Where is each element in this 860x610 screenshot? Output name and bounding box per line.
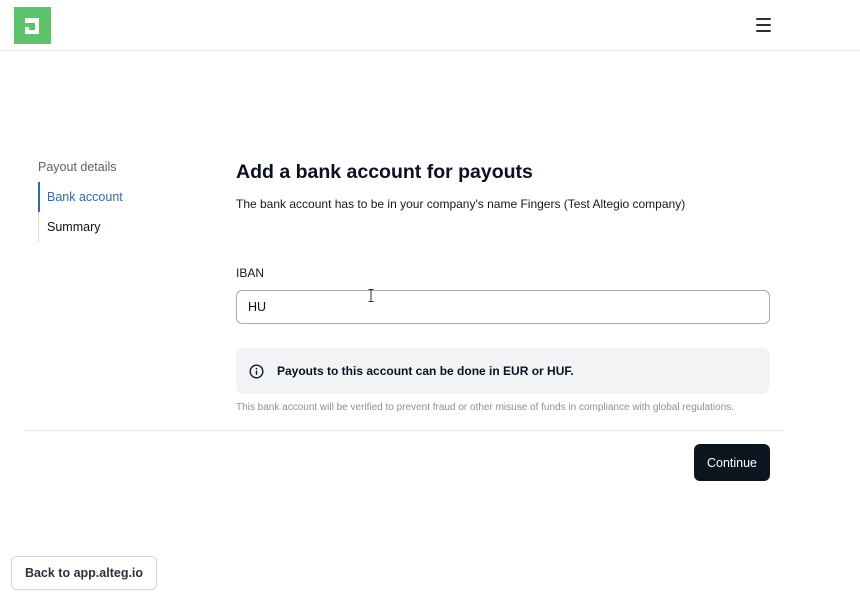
sidebar-title: Payout details — [38, 160, 117, 174]
page-title: Add a bank account for payouts — [236, 161, 533, 183]
iban-label: IBAN — [236, 266, 265, 280]
steps-list: Bank account Summary — [38, 182, 198, 242]
iban-input[interactable] — [236, 290, 770, 324]
top-bar — [0, 0, 860, 51]
currency-info-box: Payouts to this account can be done in E… — [236, 348, 770, 394]
payout-steps-sidebar: Payout details Bank account Summary — [38, 155, 198, 242]
info-text: Payouts to this account can be done in E… — [277, 364, 574, 378]
divider — [24, 430, 784, 431]
step-bank-account[interactable]: Bank account — [38, 182, 198, 212]
verification-notice: This bank account will be verified to pr… — [236, 402, 735, 413]
text-cursor-icon — [368, 289, 374, 302]
back-to-app-button[interactable]: Back to app.alteg.io — [11, 556, 157, 590]
continue-button[interactable]: Continue — [694, 444, 770, 481]
info-icon — [249, 363, 264, 379]
alteg-logo-icon[interactable] — [14, 7, 51, 44]
step-summary[interactable]: Summary — [39, 212, 198, 242]
main-content: Add a bank account for payouts The bank … — [236, 158, 770, 212]
page-subtitle: The bank account has to be in your compa… — [236, 197, 686, 211]
hamburger-menu-icon[interactable] — [751, 14, 775, 36]
